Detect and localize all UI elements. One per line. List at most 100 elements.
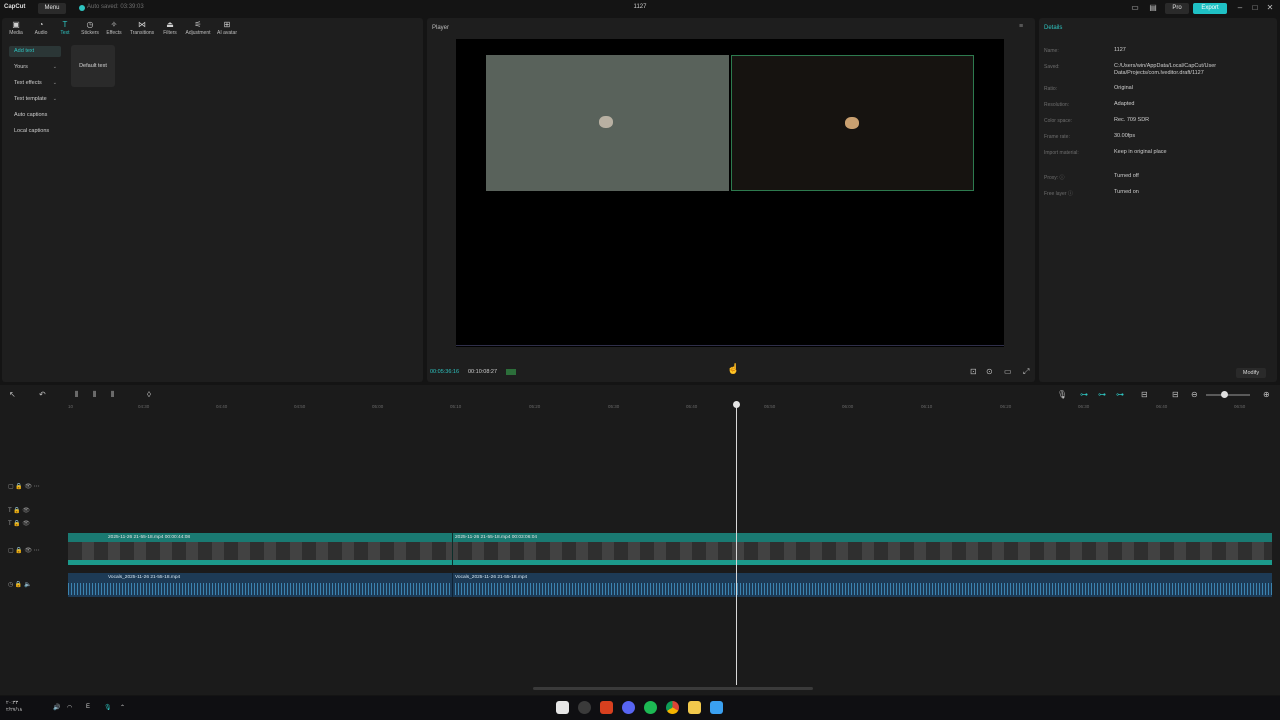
- side-item-auto-captions[interactable]: Auto captions: [9, 110, 61, 121]
- side-item-add-text[interactable]: Add text: [9, 46, 61, 57]
- side-item-local-captions[interactable]: Local captions: [9, 126, 61, 137]
- ruler-tick: 10: [68, 404, 74, 409]
- file-explorer-icon[interactable]: [688, 701, 701, 714]
- side-item-yours[interactable]: Yours ⌄: [9, 62, 61, 73]
- zoom-fit-icon[interactable]: ⊙: [986, 367, 993, 376]
- hand-cursor-icon: ☝: [727, 364, 740, 375]
- details-title: Details: [1044, 25, 1063, 31]
- project-title: 1127: [633, 4, 647, 10]
- minimize-icon[interactable]: –: [1235, 3, 1245, 13]
- tool-ai-avatar[interactable]: ⊞ AI avatar: [213, 20, 241, 36]
- snap-icon[interactable]: ⊶: [1098, 390, 1106, 399]
- ruler-tick: 06:10: [921, 404, 933, 409]
- discord-app-icon[interactable]: [622, 701, 635, 714]
- marker-icon[interactable]: ◊: [147, 390, 151, 399]
- timeline-scrollbar[interactable]: [533, 687, 813, 690]
- filters-icon: ⏏: [166, 20, 174, 29]
- playhead[interactable]: [736, 403, 737, 685]
- capcut-app-icon[interactable]: [556, 701, 569, 714]
- undo-icon[interactable]: ↶: [39, 390, 46, 399]
- side-item-label: Local captions: [14, 128, 50, 134]
- effects-icon: ✧: [110, 20, 118, 29]
- pro-badge[interactable]: Pro: [1165, 3, 1189, 14]
- tool-effects[interactable]: ✧ Effects: [100, 20, 128, 36]
- ruler-tick: 06:20: [1000, 404, 1012, 409]
- zoom-slider-handle[interactable]: [1221, 391, 1228, 398]
- select-tool-icon[interactable]: ↖: [9, 390, 16, 399]
- ruler-tick: 04:30: [138, 404, 150, 409]
- track-settings-icon[interactable]: ⊟: [1141, 390, 1148, 399]
- ruler-tick: 06:00: [842, 404, 854, 409]
- avatar-figure: [599, 116, 613, 128]
- track-controls[interactable]: T 🔒 👁: [8, 520, 30, 527]
- network-icon[interactable]: ◠: [67, 704, 72, 711]
- timeline-panel: ↖ ↶ ⫴ ⫴ ⫴ ◊ 🎙 ⊶ ⊶ ⊶ ⊟ ⊟ ⊖ ⊕ 10 04:30 04:…: [0, 385, 1280, 695]
- detail-value: Keep in original place: [1114, 149, 1167, 155]
- clock-date: ۲/۲۷/۱۸: [6, 707, 23, 713]
- shortcut-icon[interactable]: ▤: [1148, 3, 1158, 13]
- maximize-icon[interactable]: □: [1250, 3, 1260, 13]
- current-timecode: 00:05:36:16: [430, 369, 460, 375]
- taskbar: ۲۰:۳۳ ۲/۲۷/۱۸ 🔊 ◠ E 🎙 ⌃: [0, 696, 1280, 720]
- preview-axis-icon[interactable]: ⊶: [1116, 390, 1124, 399]
- track-controls[interactable]: T 🔒 👁: [8, 507, 30, 514]
- split-left-icon[interactable]: ⫴: [93, 390, 96, 400]
- default-text-card[interactable]: Default text: [71, 45, 115, 87]
- layout-icon[interactable]: ▭: [1130, 3, 1140, 13]
- export-button[interactable]: Export: [1193, 3, 1227, 14]
- side-item-text-template[interactable]: Text template ⌄: [9, 94, 61, 105]
- zoom-slider[interactable]: [1206, 394, 1250, 396]
- detail-value: Rec. 709 SDR: [1114, 117, 1150, 123]
- ai-avatar-icon: ⊞: [223, 20, 231, 29]
- tool-text[interactable]: T Text: [51, 20, 79, 36]
- side-item-text-effects[interactable]: Text effects ⌄: [9, 78, 61, 89]
- video-clip-label: 2025-11-26 21-55-18.mp4 00:03:06:04: [455, 535, 538, 540]
- zoom-out-icon[interactable]: ⊖: [1191, 390, 1198, 399]
- windows-start-icon[interactable]: [710, 701, 723, 714]
- left-panel: ▣ Media ◔ Audio T Text ◷ Stickers ✧ Effects ⋈…: [2, 18, 423, 382]
- text-icon: T: [62, 20, 68, 29]
- tool-filters[interactable]: ⏏ Filters: [156, 20, 184, 36]
- tool-label: Transitions: [129, 30, 155, 36]
- adjustment-icon: ⚟: [194, 20, 202, 29]
- close-icon[interactable]: ✕: [1265, 3, 1275, 13]
- video-thumbnails[interactable]: [68, 542, 1272, 560]
- detail-label: Ratio:: [1044, 86, 1058, 92]
- chrome-app-icon[interactable]: [666, 701, 679, 714]
- zoom-in-icon[interactable]: ⊕: [1263, 390, 1270, 399]
- tool-media[interactable]: ▣ Media: [2, 20, 30, 36]
- player-canvas[interactable]: [456, 39, 1004, 347]
- clock[interactable]: ۲۰:۳۳ ۲/۲۷/۱۸: [6, 700, 22, 714]
- autosave-status: Auto saved: 03:39:03: [87, 4, 144, 10]
- language-indicator[interactable]: E: [86, 704, 90, 710]
- ruler-tick: 05:30: [608, 404, 620, 409]
- track-controls[interactable]: ▢ 🔒 👁 ⋯: [8, 483, 40, 490]
- video-preview-left: [486, 55, 729, 191]
- tool-adjustment[interactable]: ⚟ Adjustment: [184, 20, 212, 36]
- brave-app-icon[interactable]: [600, 701, 613, 714]
- microphone-icon[interactable]: 🎙: [104, 704, 112, 711]
- player-menu-icon[interactable]: ≡: [1019, 23, 1023, 30]
- ruler-tick: 04:50: [294, 404, 306, 409]
- fullscreen-icon[interactable]: ⤢: [1023, 367, 1029, 377]
- track-controls[interactable]: ◷ 🔒 🔈: [8, 581, 32, 588]
- obs-app-icon[interactable]: [578, 701, 591, 714]
- menu-button[interactable]: Menu: [38, 3, 66, 14]
- chevron-up-icon[interactable]: ⌃: [120, 704, 125, 711]
- detail-label: Import material:: [1044, 150, 1079, 156]
- tool-transitions[interactable]: ⋈ Transitions: [128, 20, 156, 36]
- modify-button[interactable]: Modify: [1236, 368, 1266, 378]
- playhead-handle[interactable]: [733, 401, 740, 408]
- split-icon[interactable]: ⫴: [75, 390, 78, 400]
- volume-icon[interactable]: 🔊: [53, 704, 60, 711]
- track-controls[interactable]: ▢ 🔒 👁 ⋯: [8, 547, 40, 554]
- link-icon[interactable]: ⊶: [1080, 390, 1088, 399]
- player-scrubber[interactable]: [456, 345, 1004, 346]
- fit-icon[interactable]: ⊟: [1172, 390, 1179, 399]
- microphone-icon[interactable]: 🎙: [1057, 390, 1067, 399]
- details-panel: Details Name: 1127 Saved: C:/Users/win/A…: [1039, 18, 1277, 382]
- ratio-select-icon[interactable]: ▭: [1004, 367, 1012, 376]
- ratio-icon[interactable]: ⊡: [970, 367, 977, 376]
- split-right-icon[interactable]: ⫴: [111, 390, 114, 400]
- spotify-app-icon[interactable]: [644, 701, 657, 714]
